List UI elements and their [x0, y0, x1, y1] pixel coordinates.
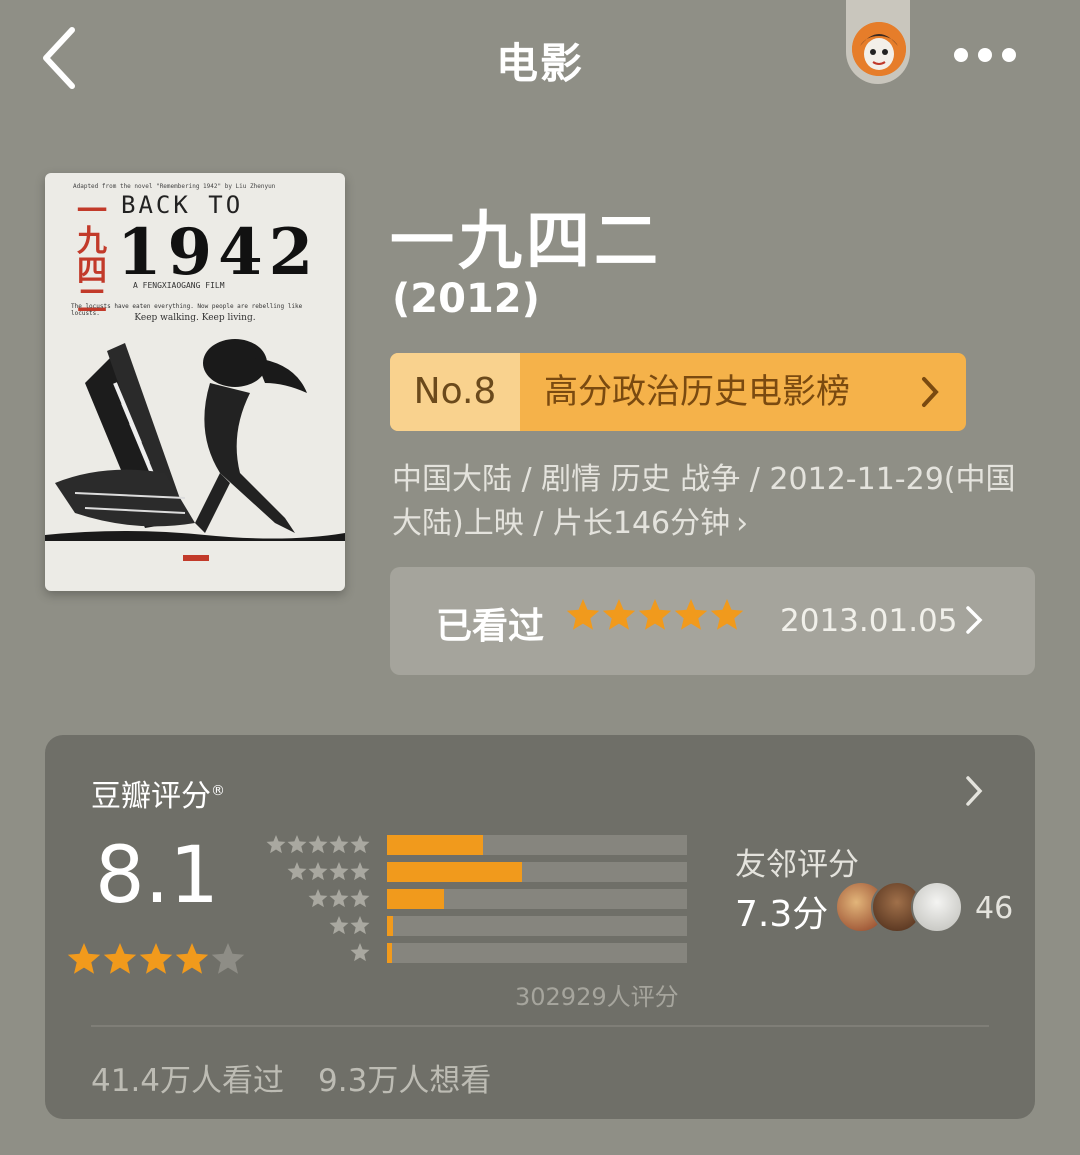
chevron-right-icon	[966, 606, 983, 634]
rating-bar-track	[387, 943, 687, 963]
friends-rating-title: 友邻评分	[735, 847, 859, 883]
rating-distribution-row	[267, 916, 687, 936]
star-icon	[350, 862, 370, 881]
rank-list-name: 高分政治历史电影榜	[544, 372, 850, 412]
rating-bar-fill	[387, 835, 483, 855]
rating-distribution-row	[267, 862, 687, 882]
star-filled-icon	[602, 599, 636, 630]
rating-count: 302929人评分	[515, 983, 679, 1011]
poster-year: 1942	[117, 215, 320, 290]
star-icon	[329, 889, 349, 908]
rating-bar-track	[387, 862, 687, 882]
star-icon	[329, 916, 349, 935]
rank-number: No.8	[390, 353, 520, 431]
avatar[interactable]	[852, 22, 906, 76]
watched-date: 2013.01.05	[780, 603, 958, 639]
star-empty-icon	[211, 943, 245, 974]
star-filled-icon	[566, 599, 600, 630]
rating-distribution-row	[266, 835, 687, 855]
chevron-right-icon	[922, 377, 939, 407]
divider	[91, 1025, 989, 1027]
rating-score-stars	[67, 943, 245, 974]
movie-title: 一九四二	[390, 205, 662, 279]
movie-year: (2012)	[392, 276, 540, 322]
rating-distribution-row	[267, 889, 687, 909]
star-icon	[350, 835, 370, 854]
rating-bar-fill	[387, 943, 392, 963]
movie-meta-text: 中国大陆 / 剧情 历史 战争 / 2012-11-29(中国大陆)上映 / 片…	[392, 462, 1016, 541]
star-icon	[287, 862, 307, 881]
wish-count[interactable]: 9.3万人想看	[318, 1063, 491, 1099]
friends-rating-score: 7.3分	[735, 894, 829, 935]
star-icon	[266, 835, 286, 854]
poster-tagline-top: Adapted from the novel "Remembering 1942…	[73, 183, 276, 190]
star-icon	[350, 943, 370, 962]
watched-count[interactable]: 41.4万人看过	[91, 1063, 284, 1099]
rating-bar-track	[387, 835, 687, 855]
rating-distribution-stars	[287, 862, 370, 881]
douban-rating-card: 豆瓣评分® 8.1 302929人评分 友邻评分 7.3分 46 41.4万人看…	[45, 735, 1035, 1119]
star-icon	[350, 889, 370, 908]
locust-figure-illustration	[45, 339, 345, 561]
rating-bar-fill	[387, 862, 522, 882]
chevron-right-icon[interactable]	[965, 775, 983, 807]
watch-stats: 41.4万人看过 9.3万人想看	[91, 1055, 525, 1100]
my-watched-record[interactable]: 已看过 2013.01.05	[390, 567, 1035, 675]
star-icon	[329, 862, 349, 881]
poster-tagline-2: Keep walking. Keep living.	[134, 313, 256, 323]
chevron-right-icon: ›	[736, 506, 749, 541]
rating-bar-track	[387, 889, 687, 909]
friends-count: 46	[975, 891, 1014, 926]
star-icon	[329, 835, 349, 854]
star-filled-icon	[67, 943, 101, 974]
star-icon	[308, 862, 328, 881]
more-dots-icon[interactable]	[950, 42, 1020, 70]
poster-film-by: A FENGXIAOGANG FILM	[133, 281, 225, 290]
rating-distribution-stars	[266, 835, 370, 854]
star-filled-icon	[139, 943, 173, 974]
movie-meta-info[interactable]: 中国大陆 / 剧情 历史 战争 / 2012-11-29(中国大陆)上映 / 片…	[392, 458, 1042, 546]
star-icon	[350, 916, 370, 935]
rating-bar-fill	[387, 889, 444, 909]
rating-score: 8.1	[95, 831, 220, 921]
watched-label: 已看过	[436, 606, 545, 647]
rating-distribution-row	[267, 943, 687, 963]
star-filled-icon	[710, 599, 744, 630]
friend-avatar	[911, 881, 963, 933]
registered-mark: ®	[211, 783, 225, 799]
rating-bar-fill	[387, 916, 393, 936]
rating-bar-track	[387, 916, 687, 936]
poster-cn-title: 一九四二	[77, 194, 107, 319]
my-rating-stars	[566, 599, 744, 630]
ranking-badge[interactable]: No.8 高分政治历史电影榜	[390, 353, 966, 431]
star-filled-icon	[674, 599, 708, 630]
star-icon	[287, 835, 307, 854]
star-filled-icon	[638, 599, 672, 630]
friends-avatars[interactable]	[835, 881, 965, 933]
movie-poster[interactable]: Adapted from the novel "Remembering 1942…	[45, 173, 345, 591]
star-icon	[308, 835, 328, 854]
page-title: 电影	[495, 39, 584, 88]
rating-card-title: 豆瓣评分®	[91, 779, 225, 814]
star-filled-icon	[103, 943, 137, 974]
star-filled-icon	[175, 943, 209, 974]
star-icon	[308, 889, 328, 908]
